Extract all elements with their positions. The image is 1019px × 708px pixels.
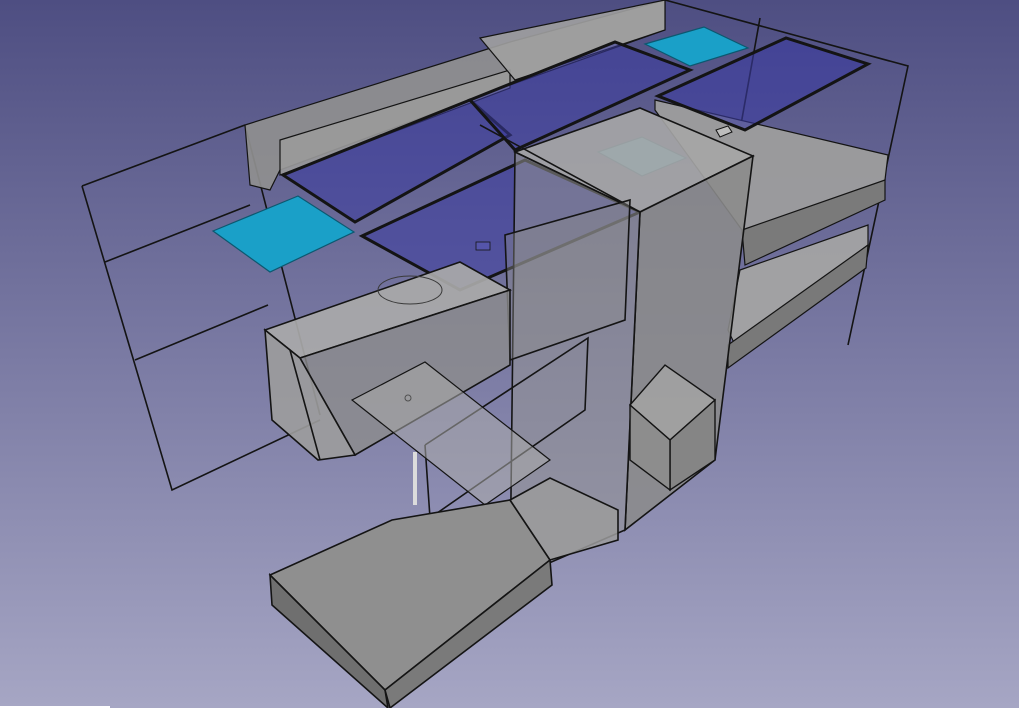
3d-scene[interactable] bbox=[0, 0, 1019, 708]
small-connector[interactable] bbox=[475, 241, 491, 251]
3d-viewport[interactable] bbox=[0, 0, 1019, 708]
